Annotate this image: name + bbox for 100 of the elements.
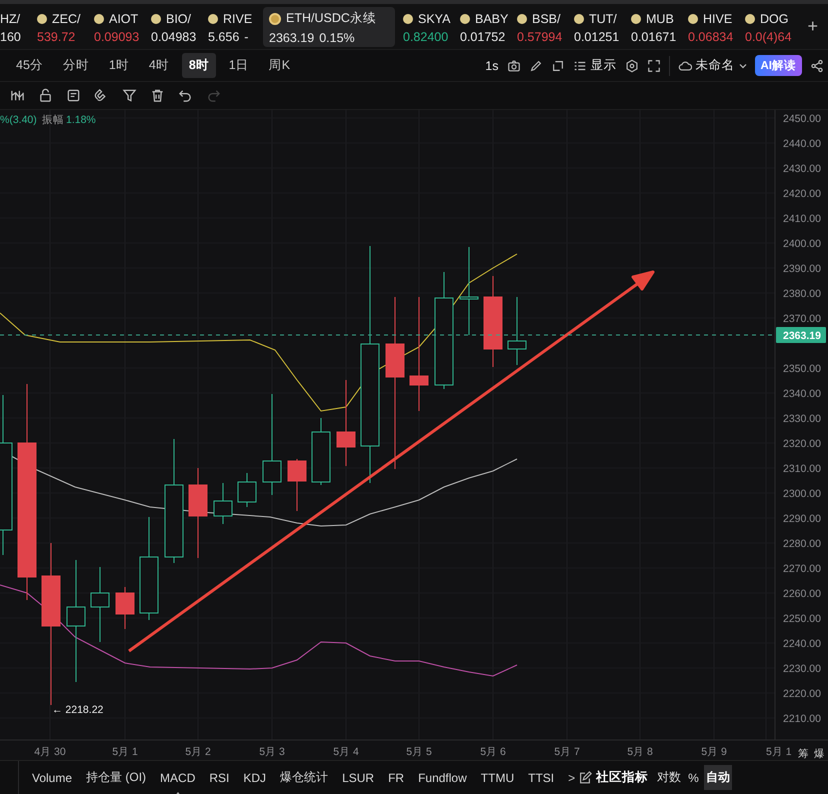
chart-pattern-icon[interactable]: [10, 88, 25, 103]
ticker-price: 160: [0, 30, 21, 44]
date-label: 5月 7: [554, 746, 580, 758]
ticker-symbol: MUB: [646, 12, 674, 26]
interval-tab[interactable]: 1时: [102, 53, 136, 78]
price-tick: 2300.00: [783, 488, 821, 500]
indicator-tab[interactable]: Volume: [29, 770, 76, 784]
indicator-tab[interactable]: KDJ: [240, 770, 270, 784]
ai-button[interactable]: AI解读: [754, 55, 802, 76]
coin-icon: [151, 14, 161, 24]
note-icon[interactable]: [66, 88, 81, 103]
interval-tab[interactable]: 1日: [222, 53, 256, 78]
frame-icon[interactable]: [550, 58, 564, 72]
ticker-item[interactable]: DOG 0.0(4)64: [743, 6, 800, 46]
scale-option[interactable]: 对数: [655, 765, 684, 790]
ticker-item[interactable]: HZ/ 160: [0, 6, 35, 46]
indicator-tab[interactable]: FR: [385, 770, 408, 784]
coin-icon: [403, 14, 413, 24]
date-label: 5月 9: [701, 746, 727, 758]
share-icon[interactable]: [810, 58, 824, 72]
ticker-price: 5.656: [208, 30, 240, 44]
coin-icon: [460, 14, 470, 24]
settings-icon[interactable]: [624, 58, 638, 72]
lock-icon[interactable]: [38, 88, 53, 103]
ticker-item[interactable]: BSB/ 0.57994: [515, 6, 572, 46]
price-tick: 2260.00: [783, 588, 821, 600]
interval-tab[interactable]: 45分: [9, 53, 50, 78]
pencil-icon[interactable]: [528, 58, 542, 72]
ticker-symbol: RIVE: [223, 12, 252, 26]
side-label[interactable]: 爆: [814, 748, 825, 760]
indicator-tab[interactable]: 爆仓统计: [277, 769, 332, 786]
ticker-price: 0.0(4)64: [745, 30, 792, 44]
ticker-price: 0.01671: [631, 30, 676, 44]
ticker-price: 0.01251: [574, 30, 620, 44]
add-button[interactable]: +: [803, 16, 822, 37]
price-tick: 2450.00: [783, 113, 821, 125]
ticker-symbol: BIO/: [166, 12, 192, 26]
ticker-item[interactable]: HIVE 0.06834: [686, 6, 743, 46]
ticker-symbol: TUT/: [589, 12, 617, 26]
side-label[interactable]: 筹: [798, 748, 809, 760]
price-tick: 2270.00: [783, 563, 821, 575]
refresh-rate-button[interactable]: 1s: [485, 58, 498, 72]
interval-tab[interactable]: 8时: [182, 53, 216, 78]
scale-option[interactable]: %: [686, 766, 701, 788]
date-label: 5月 5: [406, 746, 432, 758]
current-price-label: 2363.19: [776, 327, 826, 343]
indicator-tab[interactable]: LSUR: [339, 770, 378, 784]
cloud-icon: [678, 58, 692, 72]
fullscreen-icon[interactable]: [646, 58, 660, 72]
date-label: 5月 1: [766, 746, 792, 758]
scale-option[interactable]: 自动: [704, 765, 732, 790]
date-label: 5月 3: [259, 746, 285, 758]
ticker-price: 2363.19: [269, 31, 314, 45]
layout-dropdown[interactable]: 未命名: [678, 57, 746, 74]
indicator-tab[interactable]: 持仓量 (OI): [83, 769, 150, 786]
ticker-item[interactable]: RIVE 5.656 -: [206, 6, 263, 46]
edit-icon[interactable]: [578, 770, 592, 784]
price-tick: 2240.00: [783, 638, 821, 650]
ticker-item[interactable]: TUT/ 0.01251: [572, 6, 629, 46]
indicator-tab[interactable]: TTSI: [525, 770, 558, 784]
display-button[interactable]: 显示: [572, 57, 616, 74]
ticker-item[interactable]: SKYA 0.82400: [401, 6, 458, 46]
delete-icon[interactable]: [150, 88, 165, 103]
ticker-item[interactable]: ETH/USDC永续 2363.19 0.15%: [263, 6, 395, 46]
ticker-item[interactable]: AIOT 0.09093: [92, 6, 149, 46]
price-tick: 2370.00: [783, 313, 821, 325]
indicator-tab[interactable]: Fundflow: [415, 770, 470, 784]
interval-tab[interactable]: 周K: [262, 53, 298, 78]
price-tick: 2310.00: [783, 463, 821, 475]
ticker-symbol: HZ/: [0, 12, 20, 26]
filter-icon[interactable]: [122, 88, 137, 103]
ticker-change: 0.15%: [319, 31, 355, 45]
indicator-tab[interactable]: TTMU: [478, 770, 518, 784]
indicator-tab[interactable]: MACD: [157, 770, 198, 784]
indicator-tab[interactable]: RSI: [206, 770, 232, 784]
price-tick: 2410.00: [783, 213, 821, 225]
coin-icon: [688, 14, 698, 24]
ticker-symbol: ETH/USDC永续: [286, 10, 376, 27]
ticker-item[interactable]: MUB 0.01671: [629, 6, 686, 46]
ticker-price: 0.01752: [460, 30, 506, 44]
interval-tab[interactable]: 分时: [56, 53, 96, 78]
more-button[interactable]: >: [565, 770, 578, 784]
community-indicators-button[interactable]: 社区指标: [592, 769, 652, 786]
date-label: 5月 8: [627, 746, 653, 758]
ticker-price: 0.09093: [94, 30, 140, 44]
ticker-symbol: SKYA: [418, 12, 450, 26]
ticker-item[interactable]: BABY 0.01752: [458, 6, 515, 46]
price-tick: 2380.00: [783, 288, 821, 300]
amplitude-label: 振幅: [42, 114, 64, 126]
date-label: 5月 1: [112, 746, 138, 758]
price-tick: 2290.00: [783, 513, 821, 525]
coin-icon: [208, 14, 218, 24]
coin-icon: [269, 12, 281, 24]
interval-tab[interactable]: 4时: [142, 53, 176, 78]
camera-icon[interactable]: [506, 58, 520, 72]
undo-icon[interactable]: [178, 88, 193, 103]
ticker-item[interactable]: BIO/ 0.04983: [149, 6, 206, 46]
price-tick: 2250.00: [783, 613, 821, 625]
ticker-price: 0.04983: [151, 30, 196, 44]
ticker-item[interactable]: ZEC/ 539.72: [35, 6, 92, 46]
